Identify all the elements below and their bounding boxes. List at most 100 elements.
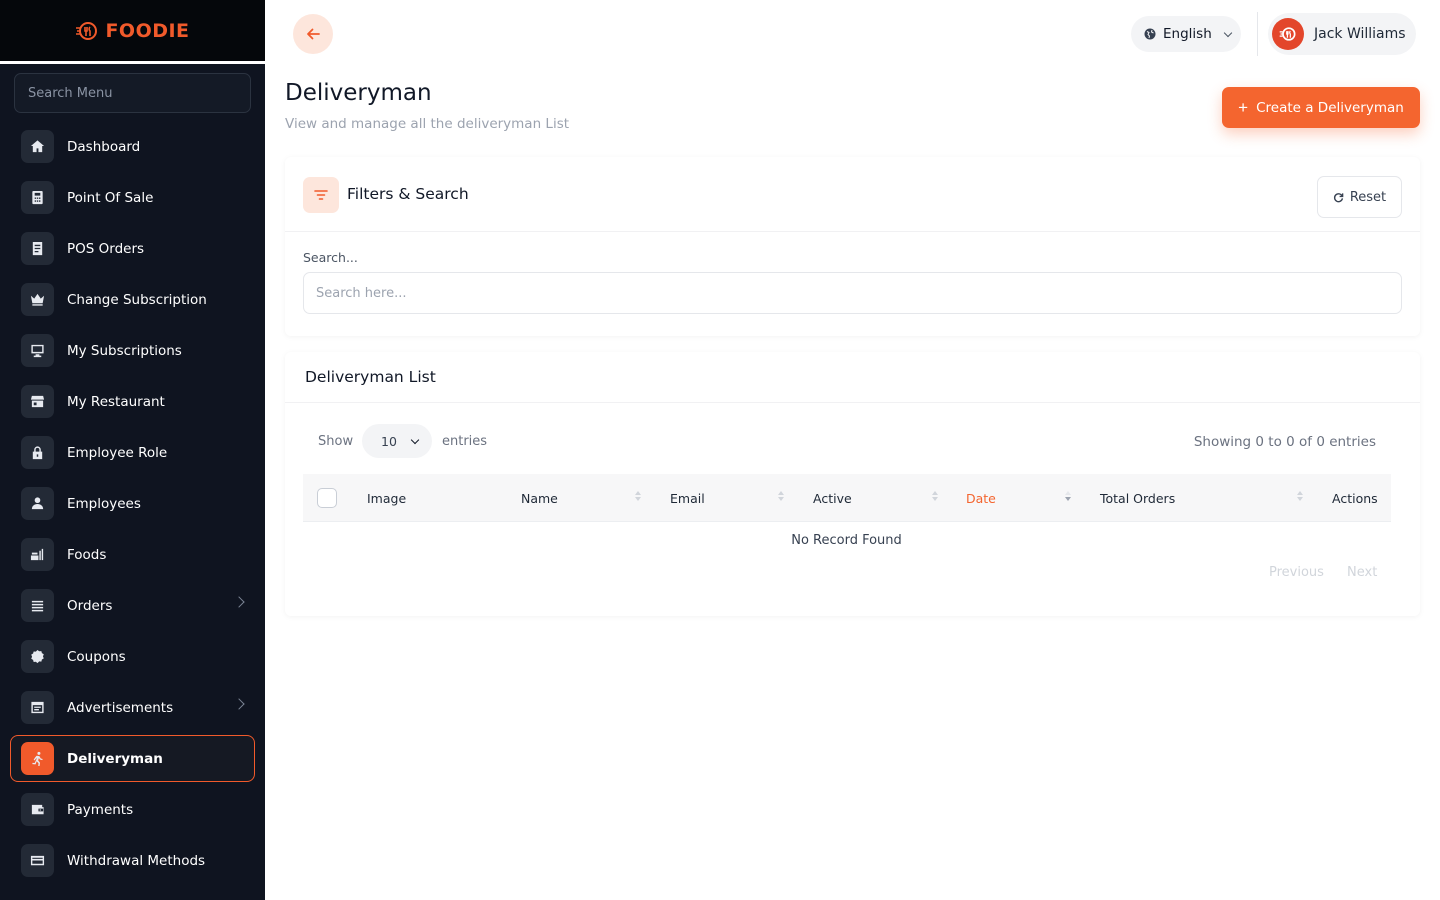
sidebar-item-label: Withdrawal Methods (67, 852, 206, 869)
avatar (1272, 18, 1304, 50)
lock-icon (21, 436, 54, 469)
column-name[interactable]: Name (521, 491, 558, 506)
column-active[interactable]: Active (813, 491, 852, 506)
reset-label: Reset (1349, 189, 1387, 205)
chevron-down-icon (410, 435, 420, 445)
foodie-logo-icon (1279, 27, 1296, 41)
list-title: Deliveryman List (305, 368, 436, 386)
sidebar-item-label: Change Subscription (67, 291, 207, 308)
empty-message: No Record Found (791, 533, 902, 548)
sidebar-item-my-subscriptions[interactable]: My Subscriptions (0, 325, 265, 376)
sidebar-item-label: POS Orders (67, 240, 145, 257)
sidebar-item-label: My Restaurant (67, 393, 165, 410)
sidebar-item-label: Payments (67, 801, 134, 818)
sidebar-item-deliveryman[interactable]: Deliveryman (0, 733, 265, 784)
table-header: Image Name Email Active Date Total Order… (303, 474, 1391, 522)
filters-header: Filters & Search Reset (285, 157, 1420, 232)
plus-icon: + (1238, 98, 1249, 117)
filters-title: Filters & Search (347, 185, 469, 203)
runner-icon (21, 742, 54, 775)
deliveryman-list-card: Deliveryman List Show 10 entries Showing… (285, 352, 1420, 616)
search-label: Search... (303, 250, 358, 265)
sidebar-item-label: Employees (67, 495, 141, 512)
sort-icon[interactable] (931, 488, 939, 504)
filter-icon (303, 177, 339, 213)
wallet-icon (21, 793, 54, 826)
select-all-checkbox[interactable] (317, 488, 337, 508)
sidebar-item-label: My Subscriptions (67, 342, 182, 359)
column-email[interactable]: Email (670, 491, 705, 506)
ad-icon (21, 691, 54, 724)
column-image[interactable]: Image (367, 491, 406, 506)
monitor-icon (21, 334, 54, 367)
receipt-icon (21, 232, 54, 265)
foodie-logo-icon (76, 21, 98, 40)
sidebar-item-employees[interactable]: Employees (0, 478, 265, 529)
sidebar-item-foods[interactable]: Foods (0, 529, 265, 580)
food-icon (21, 538, 54, 571)
sidebar-item-label: Dashboard (67, 138, 141, 155)
sidebar: FOODIE Dashboard Point Of Sale POS Order… (0, 0, 265, 900)
sort-desc-icon[interactable] (1064, 488, 1072, 504)
search-menu-box[interactable] (14, 73, 251, 113)
language-selector[interactable]: English (1131, 16, 1241, 52)
sort-icon[interactable] (1296, 488, 1304, 504)
sidebar-item-label: Coupons (67, 648, 126, 665)
filters-card: Filters & Search Reset Search... (285, 157, 1420, 336)
entries-label: entries (442, 434, 488, 449)
sidebar-item-change-subscription[interactable]: Change Subscription (0, 274, 265, 325)
column-date[interactable]: Date (966, 491, 996, 506)
sidebar-item-advertisements[interactable]: Advertisements (0, 682, 265, 733)
sidebar-item-payments[interactable]: Payments (0, 784, 265, 835)
badge-icon (21, 640, 54, 673)
column-total-orders[interactable]: Total Orders (1100, 491, 1175, 506)
sidebar-item-point-of-sale[interactable]: Point Of Sale (0, 172, 265, 223)
sidebar-item-coupons[interactable]: Coupons (0, 631, 265, 682)
sidebar-item-orders[interactable]: Orders (0, 580, 265, 631)
pagination-previous[interactable]: Previous (1269, 565, 1324, 580)
sidebar-item-withdrawal-methods[interactable]: Withdrawal Methods (0, 835, 265, 886)
calculator-icon (21, 181, 54, 214)
sidebar-item-label: Deliveryman (67, 750, 163, 767)
brand-name: FOODIE (105, 19, 190, 42)
list-header: Deliveryman List (285, 352, 1420, 403)
sidebar-item-employee-role[interactable]: Employee Role (0, 427, 265, 478)
chevron-right-icon[interactable] (233, 698, 245, 710)
back-button[interactable] (293, 14, 333, 54)
user-menu[interactable]: Jack Williams (1268, 13, 1416, 55)
page-subtitle: View and manage all the deliveryman List (285, 116, 570, 132)
card-icon (21, 844, 54, 877)
sidebar-item-pos-orders[interactable]: POS Orders (0, 223, 265, 274)
search-input[interactable] (303, 272, 1402, 314)
sidebar-item-label: Point Of Sale (67, 189, 154, 206)
user-icon (21, 487, 54, 520)
user-name: Jack Williams (1314, 26, 1406, 42)
sidebar-item-label: Advertisements (67, 699, 174, 716)
logo[interactable]: FOODIE (0, 0, 265, 64)
create-deliveryman-button[interactable]: + Create a Deliveryman (1222, 87, 1420, 128)
entries-value: 10 (381, 433, 397, 449)
sort-icon[interactable] (777, 488, 785, 504)
sidebar-item-label: Orders (67, 597, 113, 614)
create-button-label: Create a Deliveryman (1256, 99, 1404, 116)
list-icon (21, 589, 54, 622)
sidebar-item-dashboard[interactable]: Dashboard (0, 121, 265, 172)
sidebar-item-label: Foods (67, 546, 107, 563)
arrow-left-icon (307, 28, 320, 40)
chevron-right-icon[interactable] (233, 596, 245, 608)
crown-icon (21, 283, 54, 316)
entries-select[interactable]: 10 (362, 424, 432, 458)
column-actions: Actions (1332, 491, 1378, 506)
globe-icon (1144, 28, 1156, 40)
page-title: Deliveryman (285, 80, 432, 106)
pagination-next[interactable]: Next (1347, 565, 1377, 580)
sort-icon[interactable] (634, 488, 642, 504)
search-menu-input[interactable] (28, 85, 250, 101)
reset-button[interactable]: Reset (1317, 176, 1402, 218)
language-label: English (1163, 26, 1212, 42)
sidebar-item-my-restaurant[interactable]: My Restaurant (0, 376, 265, 427)
show-label: Show (318, 434, 354, 449)
topbar-divider (1257, 12, 1258, 56)
sidebar-nav: Dashboard Point Of Sale POS Orders Chang… (0, 121, 265, 886)
store-icon (21, 385, 54, 418)
